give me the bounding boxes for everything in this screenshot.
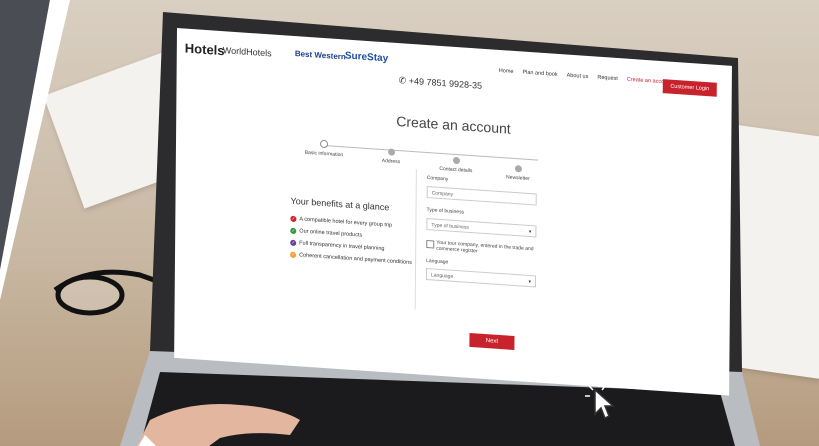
next-button[interactable]: Next — [469, 332, 515, 350]
benefit-item: ✓ A compatible hotel for every group trip — [290, 215, 393, 229]
step-label: Basic information — [304, 149, 344, 159]
surestay-logo: SureStay — [344, 50, 389, 65]
step-dot — [514, 165, 522, 173]
company-label: Company — [426, 175, 449, 183]
menu-item-about-us[interactable]: About us — [567, 73, 589, 80]
benefit-text: Coherent cancellation and payment condit… — [299, 252, 412, 267]
checkmark-icon: ✓ — [290, 239, 297, 247]
brand-logo[interactable]: Hotels — [185, 41, 225, 59]
mouse-pointer-icon — [585, 382, 615, 420]
business-type-value: Type of business — [431, 222, 469, 231]
menu-item-home[interactable]: Home — [499, 68, 514, 75]
checkmark-icon: ✓ — [290, 215, 297, 223]
company-input[interactable]: Company — [426, 186, 537, 206]
benefit-item: ✓ Our online travel products — [290, 227, 363, 239]
customer-login-button[interactable]: Customer Login — [662, 79, 717, 97]
worldhotels-logo: WorldHotels — [222, 45, 272, 59]
step-dot-active — [320, 139, 329, 149]
phone-text: +49 7851 9928-35 — [408, 75, 483, 91]
benefit-text: Full transparency in travel planning — [299, 240, 385, 253]
language-value: Language — [430, 272, 454, 280]
browser-screen: Hotels WorldHotels Best Western SureStay… — [174, 28, 732, 396]
menu-item-request[interactable]: Request — [597, 75, 618, 82]
trade-register-label: Your tour company, entered in the trade … — [436, 239, 534, 255]
menu-item-plan-and-book[interactable]: Plan and book — [522, 70, 557, 78]
background-scene: Hotels WorldHotels Best Western SureStay… — [0, 0, 819, 446]
step-label: Address — [381, 157, 401, 166]
best-western-logo: Best Western — [294, 49, 346, 62]
language-select[interactable]: Language ▾ — [425, 267, 537, 288]
business-type-label: Type of business — [426, 207, 465, 216]
phone-number: ✆ +49 7851 9928-35 — [398, 75, 483, 91]
step-basic-information: Basic information — [294, 138, 354, 159]
chevron-down-icon: ▾ — [528, 278, 532, 286]
account-form: Company Company Type of business Type of… — [414, 169, 557, 319]
step-address: Address — [361, 147, 421, 167]
chevron-down-icon: ▾ — [528, 228, 532, 236]
benefit-item: ✓ Coherent cancellation and payment condi… — [290, 251, 412, 267]
checkmark-icon: ✓ — [290, 251, 297, 259]
step-dot — [387, 148, 395, 156]
checkmark-icon: ✓ — [290, 227, 297, 235]
hand-image — [137, 404, 300, 446]
trade-register-checkbox[interactable] — [426, 239, 435, 249]
main-menu: Home Plan and book About us Request Crea… — [499, 68, 672, 86]
language-label: Language — [426, 257, 449, 266]
business-type-select[interactable]: Type of business ▾ — [426, 218, 537, 238]
page-title: Create an account — [396, 112, 511, 137]
benefit-text: A compatible hotel for every group trip — [299, 216, 393, 229]
benefit-text: Our online travel products — [299, 228, 363, 239]
benefit-item: ✓ Full transparency in travel planning — [290, 239, 385, 253]
benefits-heading: Your benefits at a glance — [290, 195, 390, 213]
step-dot — [452, 156, 460, 165]
